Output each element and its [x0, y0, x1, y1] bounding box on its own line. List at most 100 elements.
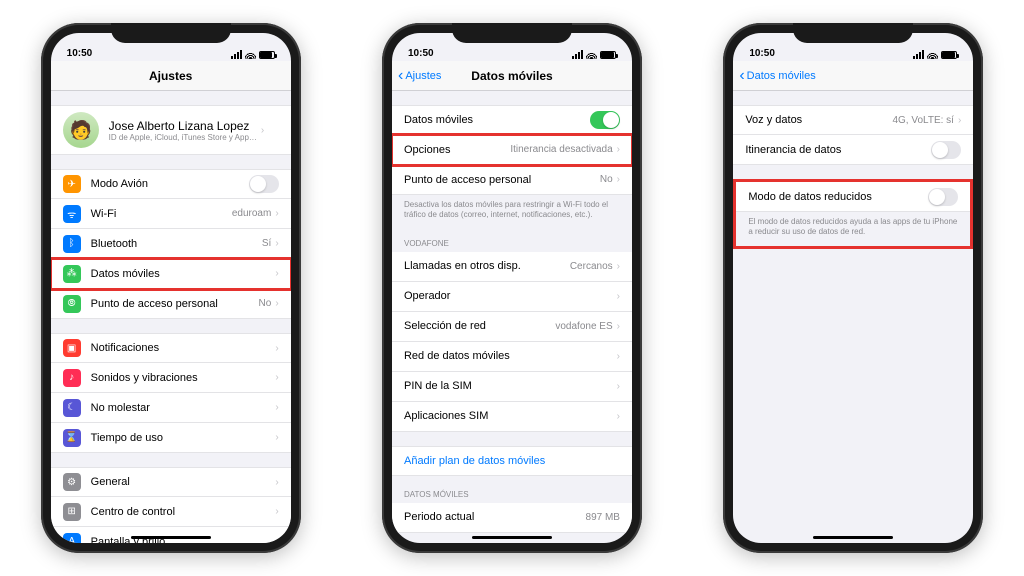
row-data-network[interactable]: Red de datos móviles › [392, 342, 632, 372]
chevron-right-icon: › [617, 381, 620, 392]
row-voice-data[interactable]: Voz y datos 4G, VoLTE: sí › [733, 105, 973, 135]
back-label: Ajustes [405, 70, 441, 82]
chevron-right-icon: › [275, 506, 278, 517]
row-detail: Cercanos [570, 261, 613, 272]
row-carrier[interactable]: Operador › [392, 282, 632, 312]
row-bluetooth[interactable]: ᛒ Bluetooth Sí › [51, 229, 291, 259]
screen-1: 10:50 Ajustes 🧑 Jose Alberto Lizana Lope… [51, 33, 291, 543]
row-detail: No [600, 174, 613, 185]
row-period[interactable]: Periodo actual 897 MB [392, 503, 632, 533]
chevron-right-icon: › [617, 144, 620, 155]
row-control[interactable]: ⊞ Centro de control › [51, 497, 291, 527]
row-label: Voz y datos [745, 114, 892, 126]
control-icon: ⊞ [63, 503, 81, 521]
battery-icon [600, 51, 616, 59]
carrier-header: VODAFONE [392, 239, 632, 252]
row-wifi[interactable]: ᯤ Wi-Fi eduroam › [51, 199, 291, 229]
chevron-right-icon: › [617, 321, 620, 332]
row-label: Punto de acceso personal [404, 174, 600, 186]
row-label: Selección de red [404, 320, 555, 332]
chevron-right-icon: › [275, 536, 278, 543]
row-hotspot[interactable]: Punto de acceso personal No › [392, 165, 632, 195]
row-general[interactable]: ⚙ General › [51, 467, 291, 497]
row-sim-apps[interactable]: Aplicaciones SIM › [392, 402, 632, 432]
row-detail: 4G, VoLTE: sí [892, 115, 954, 126]
carrier-group: VODAFONE Llamadas en otros disp. Cercano… [392, 239, 632, 432]
options-list[interactable]: Voz y datos 4G, VoLTE: sí › Itinerancia … [733, 91, 973, 543]
row-label: Itinerancia de datos [745, 144, 931, 156]
home-indicator[interactable] [813, 536, 893, 539]
chevron-right-icon: › [275, 238, 278, 249]
chevron-right-icon: › [617, 351, 620, 362]
row-network-select[interactable]: Selección de red vodafone ES › [392, 312, 632, 342]
chevron-right-icon: › [261, 125, 264, 136]
nav-bar: ‹ Ajustes Datos móviles [392, 61, 632, 91]
phone-frame-3: 10:50 ‹ Datos móviles Voz y datos 4G, Vo… [723, 23, 983, 553]
wifi-status-icon [245, 51, 256, 59]
chevron-right-icon: › [617, 411, 620, 422]
profile-row[interactable]: 🧑 Jose Alberto Lizana Lopez ID de Apple,… [51, 105, 291, 155]
row-label: Sonidos y vibraciones [91, 372, 272, 384]
chevron-right-icon: › [958, 115, 961, 126]
row-cellular[interactable]: ⁂ Datos móviles › [51, 259, 291, 289]
row-sim-pin[interactable]: PIN de la SIM › [392, 372, 632, 402]
row-label: Datos móviles [91, 268, 272, 280]
row-label: Operador [404, 290, 613, 302]
profile-name: Jose Alberto Lizana Lopez [109, 119, 257, 133]
wifi-icon: ᯤ [63, 205, 81, 223]
row-cellular-toggle[interactable]: Datos móviles [392, 105, 632, 135]
row-display[interactable]: A Pantalla y brillo › [51, 527, 291, 543]
alerts-group: ▣ Notificaciones › ♪ Sonidos y vibracion… [51, 333, 291, 453]
hotspot-icon: ⦾ [63, 295, 81, 313]
row-label: Wi-Fi [91, 208, 232, 220]
chevron-right-icon: › [617, 291, 620, 302]
row-roaming[interactable]: Itinerancia de datos [733, 135, 973, 165]
row-label: Datos móviles [404, 114, 590, 126]
row-hotspot[interactable]: ⦾ Punto de acceso personal No › [51, 289, 291, 319]
row-label: Añadir plan de datos móviles [404, 455, 620, 467]
display-icon: A [63, 533, 81, 544]
row-low-data[interactable]: Modo de datos reducidos [736, 182, 970, 212]
settings-list[interactable]: 🧑 Jose Alberto Lizana Lopez ID de Apple,… [51, 91, 291, 543]
row-calls-other[interactable]: Llamadas en otros disp. Cercanos › [392, 252, 632, 282]
status-icons [913, 50, 957, 59]
row-detail: vodafone ES [555, 321, 612, 332]
clock: 10:50 [67, 48, 93, 59]
home-indicator[interactable] [131, 536, 211, 539]
row-label: Modo de datos reducidos [748, 191, 928, 203]
add-plan-button[interactable]: Añadir plan de datos móviles [392, 446, 632, 476]
screentime-icon: ⌛ [63, 429, 81, 447]
general-group: ⚙ General › ⊞ Centro de control › A Pant… [51, 467, 291, 543]
profile-text: Jose Alberto Lizana Lopez ID de Apple, i… [109, 119, 257, 142]
row-sounds[interactable]: ♪ Sonidos y vibraciones › [51, 363, 291, 393]
chevron-right-icon: › [275, 343, 278, 354]
cellular-icon: ⁂ [63, 265, 81, 283]
row-detail: No [259, 298, 272, 309]
row-label: Periodo actual [404, 511, 586, 523]
notch [452, 23, 572, 43]
row-notifications[interactable]: ▣ Notificaciones › [51, 333, 291, 363]
chevron-right-icon: › [275, 268, 278, 279]
home-indicator[interactable] [472, 536, 552, 539]
row-dnd[interactable]: ☾ No molestar › [51, 393, 291, 423]
cellular-toggle[interactable] [590, 111, 620, 129]
usage-group: DATOS MÓVILES Periodo actual 897 MB [392, 490, 632, 533]
chevron-right-icon: › [275, 432, 278, 443]
cellular-list[interactable]: Datos móviles Opciones Itinerancia desac… [392, 91, 632, 543]
low-data-toggle[interactable] [928, 188, 958, 206]
row-detail: 897 MB [586, 512, 620, 523]
voice-group: Voz y datos 4G, VoLTE: sí › Itinerancia … [733, 105, 973, 165]
airplane-toggle[interactable] [249, 175, 279, 193]
row-airplane[interactable]: ✈ Modo Avión [51, 169, 291, 199]
row-options[interactable]: Opciones Itinerancia desactivada › [392, 135, 632, 165]
roaming-toggle[interactable] [931, 141, 961, 159]
phone-frame-1: 10:50 Ajustes 🧑 Jose Alberto Lizana Lope… [41, 23, 301, 553]
row-label: PIN de la SIM [404, 380, 613, 392]
back-button[interactable]: ‹ Ajustes [398, 68, 441, 84]
nav-bar: ‹ Datos móviles [733, 61, 973, 91]
back-button[interactable]: ‹ Datos móviles [739, 68, 815, 84]
low-data-group: Modo de datos reducidos El modo de datos… [733, 179, 973, 249]
row-label: Tiempo de uso [91, 432, 272, 444]
row-label: Centro de control [91, 506, 272, 518]
row-screentime[interactable]: ⌛ Tiempo de uso › [51, 423, 291, 453]
